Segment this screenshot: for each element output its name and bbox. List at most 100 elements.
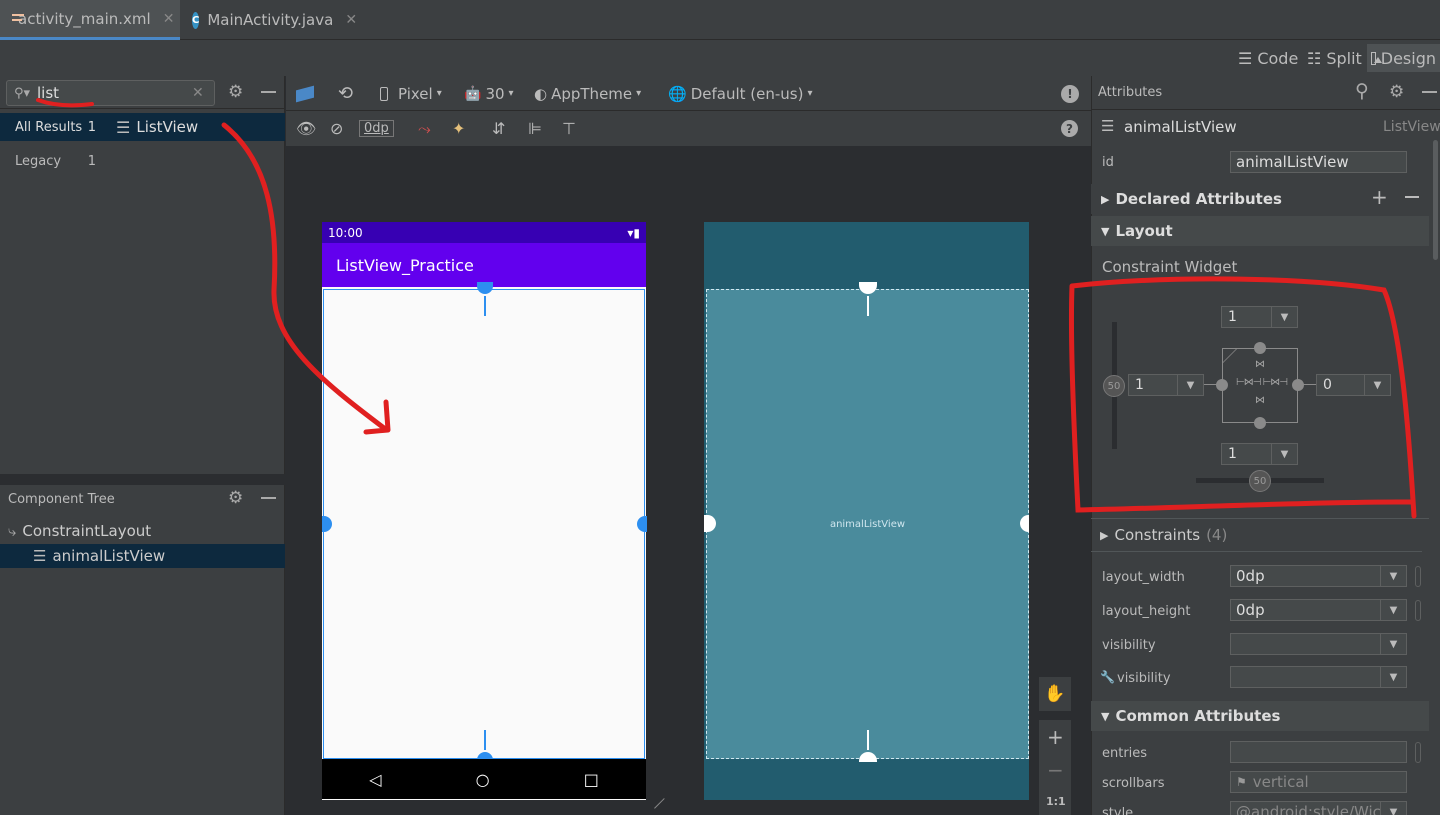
bottom-constraint <box>484 730 486 750</box>
splitter[interactable] <box>0 474 285 485</box>
right-handle[interactable] <box>1292 379 1304 391</box>
dropdown-arrow-icon[interactable]: ▼ <box>1380 566 1406 586</box>
pan-hand-icon[interactable]: ✋ <box>1039 677 1071 711</box>
id-field[interactable]: animalListView <box>1230 151 1407 173</box>
infer-constraints-icon[interactable]: ✦ <box>452 111 465 146</box>
dropdown-arrow-icon: ▼ <box>1271 444 1297 464</box>
eye-icon[interactable]: 👁 <box>296 111 316 146</box>
tree-item-animallistview[interactable]: ☰ animalListView <box>0 544 285 568</box>
entries-field[interactable] <box>1230 741 1407 763</box>
app-title: ListView_Practice <box>336 255 474 275</box>
add-icon[interactable]: + <box>1371 185 1388 209</box>
palette-search-input[interactable]: ⚲▾ list ✕ <box>6 80 215 106</box>
api-selector[interactable]: 🤖 30 ▾ <box>464 76 514 111</box>
bottom-handle[interactable] <box>1254 417 1266 429</box>
top-handle[interactable] <box>1254 342 1266 354</box>
dropdown-arrow-icon[interactable]: ▼ <box>1380 667 1406 687</box>
visibility-field[interactable]: ▼ <box>1230 633 1407 655</box>
resource-picker-icon[interactable] <box>1415 742 1421 763</box>
constraints-section[interactable]: ▶ Constraints (4) <box>1100 526 1227 544</box>
design-mode-button[interactable]: Design <box>1367 44 1440 72</box>
api-label: 30 <box>485 84 505 103</box>
split-mode-button[interactable]: ☷ Split <box>1303 44 1366 72</box>
resource-picker-icon[interactable] <box>1415 566 1421 587</box>
gear-icon[interactable]: ⚙ <box>1389 82 1404 102</box>
locale-selector[interactable]: 🌐 Default (en-us) ▾ <box>668 76 812 111</box>
left-handle[interactable] <box>1216 379 1228 391</box>
align-icon[interactable]: ⊫ <box>528 111 542 146</box>
attr-value: 0dp <box>1236 567 1265 585</box>
layout-width-field[interactable]: 0dp ▼ <box>1230 565 1407 587</box>
scrollbar[interactable] <box>1433 140 1438 260</box>
back-icon: ◁ <box>369 769 382 789</box>
divider <box>1091 518 1429 519</box>
horizontal-spring-icon[interactable]: ⊢⋈⊣ ⊢⋈⊣ <box>1236 377 1288 388</box>
clear-constraints-icon[interactable]: ⤳ <box>418 111 431 146</box>
bottom-margin-selector[interactable]: 1 ▼ <box>1221 443 1298 465</box>
default-margin-field[interactable]: 0dp <box>359 111 394 146</box>
component-tree-title: Component Tree <box>8 492 115 507</box>
blueprint-listview[interactable]: animalListView <box>706 289 1029 759</box>
magnet-off-icon[interactable]: ⊘ <box>330 111 343 146</box>
zoom-in-icon[interactable]: + <box>1047 725 1064 749</box>
minimize-icon[interactable] <box>261 91 276 93</box>
layers-icon[interactable] <box>296 76 314 111</box>
left-margin-value: 1 <box>1135 377 1144 393</box>
dropdown-arrow-icon[interactable]: ▼ <box>1380 600 1406 620</box>
remove-icon[interactable] <box>1405 196 1419 198</box>
resource-picker-icon[interactable] <box>1415 600 1421 621</box>
tab-activity-main[interactable]: activity_main.xml ✕ <box>0 0 180 40</box>
device-selector[interactable]: Pixel ▾ <box>380 76 442 111</box>
theme-selector[interactable]: ◐ AppTheme ▾ <box>534 76 641 111</box>
help-icon[interactable]: ? <box>1061 111 1078 146</box>
top-margin-selector[interactable]: 1 ▼ <box>1221 306 1298 328</box>
guidelines-icon[interactable]: ⊤ <box>562 111 576 146</box>
category-legacy[interactable]: Legacy 1 <box>0 150 102 172</box>
list-icon: ☰ <box>1101 117 1115 135</box>
vertical-spring-icon[interactable]: ⋈ <box>1255 395 1265 406</box>
clear-search-icon[interactable]: ✕ <box>192 85 214 101</box>
scrollbars-field[interactable]: ⚑ vertical <box>1230 771 1407 793</box>
close-icon[interactable]: ✕ <box>345 12 357 28</box>
dropdown-arrow-icon[interactable]: ▼ <box>1380 802 1406 815</box>
selected-listview[interactable] <box>323 289 645 759</box>
left-margin-selector[interactable]: 1 ▼ <box>1128 374 1204 396</box>
search-icon: ⚲▾ <box>13 85 31 101</box>
gear-icon[interactable]: ⚙ <box>228 488 243 508</box>
attributes-title: Attributes <box>1098 85 1163 100</box>
right-margin-selector[interactable]: 0 ▼ <box>1316 374 1391 396</box>
search-icon[interactable]: ⚲ <box>1355 80 1369 102</box>
search-value: list <box>37 84 60 102</box>
tab-main-activity[interactable]: C MainActivity.java ✕ <box>182 0 357 40</box>
dropdown-arrow-icon[interactable]: ▼ <box>1380 634 1406 654</box>
code-mode-button[interactable]: ☰ Code <box>1234 44 1302 72</box>
constraint-layout-icon: ⤷ <box>8 522 17 540</box>
tools-visibility-field[interactable]: ▼ <box>1230 666 1407 688</box>
right-margin-value: 0 <box>1323 377 1332 393</box>
gear-icon[interactable]: ⚙ <box>228 82 243 102</box>
pack-icon[interactable]: ⇵ <box>492 111 505 146</box>
zoom-out-icon[interactable]: − <box>1047 758 1064 782</box>
category-all-results[interactable]: All Results 1 <box>0 113 102 141</box>
style-field[interactable]: @android:style/Wic ▼ <box>1230 801 1407 815</box>
vertical-bias-knob[interactable]: 50 <box>1103 375 1125 397</box>
vertical-spring-icon[interactable]: ⋈ <box>1255 359 1265 370</box>
minimize-icon[interactable] <box>1422 91 1437 93</box>
tree-item-constraintlayout[interactable]: ⤷ ConstraintLayout <box>8 519 285 543</box>
phone-icon <box>380 86 388 101</box>
orientation-icon[interactable]: ⟲ <box>338 76 353 111</box>
tree-item-label: ConstraintLayout <box>22 522 152 540</box>
palette-item-listview[interactable]: ☰ ListView <box>102 113 285 141</box>
right-anchor[interactable] <box>637 516 647 532</box>
zoom-fit-button[interactable]: 1:1 <box>1046 795 1066 808</box>
minimize-icon[interactable] <box>261 497 276 499</box>
close-icon[interactable]: ✕ <box>163 11 175 27</box>
attr-value: @android:style/Wic <box>1236 803 1381 815</box>
layout-section[interactable]: ▼ Layout <box>1091 216 1429 246</box>
common-attributes-section[interactable]: ▼ Common Attributes <box>1091 701 1429 731</box>
collapse-icon: ▼ <box>1101 224 1110 238</box>
warning-icon[interactable]: ! <box>1061 76 1079 111</box>
horizontal-bias-knob[interactable]: 50 <box>1249 470 1271 492</box>
layout-height-field[interactable]: 0dp ▼ <box>1230 599 1407 621</box>
top-margin-value: 1 <box>1228 309 1237 325</box>
